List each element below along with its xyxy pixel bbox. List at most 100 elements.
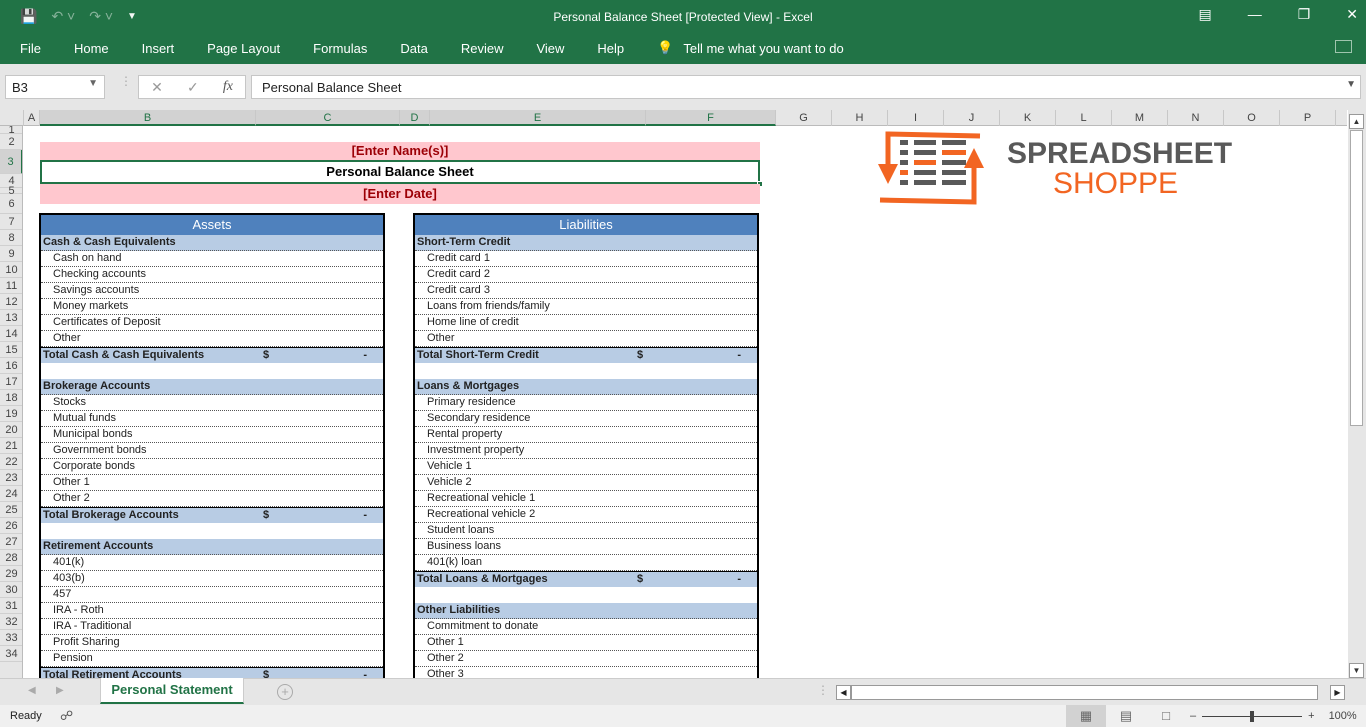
liabilities-row-item[interactable]: Credit card 3: [415, 283, 757, 299]
comments-icon[interactable]: [1335, 40, 1352, 53]
column-header-e[interactable]: E: [430, 110, 646, 126]
row-header-3[interactable]: 3: [0, 150, 22, 174]
tab-view[interactable]: View: [536, 41, 564, 56]
row-header-11[interactable]: 11: [0, 278, 22, 294]
formula-input[interactable]: Personal Balance Sheet ▼: [251, 75, 1361, 99]
prev-sheet-icon[interactable]: ◀: [28, 685, 36, 696]
name-placeholder-cell[interactable]: [Enter Name(s)]: [40, 142, 760, 160]
scroll-right-icon[interactable]: ▶: [1330, 685, 1345, 700]
tab-page-layout[interactable]: Page Layout: [207, 41, 280, 56]
scroll-up-icon[interactable]: ▲: [1349, 114, 1364, 129]
tell-me-search[interactable]: 💡 Tell me what you want to do: [657, 40, 844, 56]
column-header-k[interactable]: K: [1000, 110, 1056, 126]
minimize-icon[interactable]: —: [1248, 6, 1262, 23]
row-header-31[interactable]: 31: [0, 598, 22, 614]
assets-row-item[interactable]: Profit Sharing: [41, 635, 383, 651]
liabilities-row-item[interactable]: 401(k) loan: [415, 555, 757, 571]
assets-row-sec[interactable]: Cash & Cash Equivalents: [41, 235, 383, 251]
vertical-scroll-thumb[interactable]: [1350, 130, 1363, 426]
column-header-c[interactable]: C: [256, 110, 400, 126]
row-header-2[interactable]: 2: [0, 134, 22, 150]
insert-function-icon[interactable]: fx: [223, 79, 233, 95]
liabilities-row-item[interactable]: Loans from friends/family: [415, 299, 757, 315]
row-header-29[interactable]: 29: [0, 566, 22, 582]
liabilities-row-item[interactable]: Other 2: [415, 651, 757, 667]
ribbon-display-options-icon[interactable]: ▤: [1198, 6, 1211, 23]
liabilities-row-item[interactable]: Home line of credit: [415, 315, 757, 331]
assets-row-item[interactable]: Checking accounts: [41, 267, 383, 283]
close-icon[interactable]: ✕: [1346, 6, 1358, 23]
row-header-20[interactable]: 20: [0, 422, 22, 438]
assets-row-blank[interactable]: [41, 363, 383, 379]
liabilities-row-item[interactable]: Other: [415, 331, 757, 347]
redo-icon[interactable]: ↷ ˅: [89, 8, 113, 25]
assets-row-tot[interactable]: Total Cash & Cash Equivalents $ -: [41, 347, 383, 363]
assets-row-item[interactable]: 403(b): [41, 571, 383, 587]
row-header-21[interactable]: 21: [0, 438, 22, 454]
name-box[interactable]: B3 ▼: [5, 75, 105, 99]
column-header-l[interactable]: L: [1056, 110, 1112, 126]
accessibility-check-icon[interactable]: ☍: [60, 708, 73, 724]
tab-home[interactable]: Home: [74, 41, 109, 56]
liabilities-row-item[interactable]: Vehicle 2: [415, 475, 757, 491]
column-header-m[interactable]: M: [1112, 110, 1168, 126]
liabilities-row-item[interactable]: Rental property: [415, 427, 757, 443]
assets-row-item[interactable]: Government bonds: [41, 443, 383, 459]
tab-splitter[interactable]: ⋮: [817, 683, 829, 697]
liabilities-row-item[interactable]: Other 3: [415, 667, 757, 678]
normal-view-icon[interactable]: ▦: [1066, 705, 1106, 727]
liabilities-row-sec[interactable]: Loans & Mortgages: [415, 379, 757, 395]
row-header-23[interactable]: 23: [0, 470, 22, 486]
row-header-12[interactable]: 12: [0, 294, 22, 310]
liabilities-row-item[interactable]: Student loans: [415, 523, 757, 539]
liabilities-row-item[interactable]: Investment property: [415, 443, 757, 459]
undo-icon[interactable]: ↶ ˅: [51, 8, 75, 25]
liabilities-row-item[interactable]: Primary residence: [415, 395, 757, 411]
tab-file[interactable]: File: [20, 41, 41, 56]
assets-row-sec[interactable]: Retirement Accounts: [41, 539, 383, 555]
customize-qat-icon[interactable]: ▼: [127, 11, 137, 22]
liabilities-row-sec[interactable]: Short-Term Credit: [415, 235, 757, 251]
title-cell-selected[interactable]: Personal Balance Sheet: [40, 160, 760, 184]
column-header-b[interactable]: B: [40, 110, 256, 126]
row-header-1[interactable]: 1: [0, 126, 22, 136]
enter-check-icon[interactable]: ✓: [187, 79, 199, 96]
formula-bar-splitter[interactable]: ⋮: [120, 75, 132, 87]
liabilities-row-tot[interactable]: Total Short-Term Credit $ -: [415, 347, 757, 363]
sheet-tab-personal-statement[interactable]: Personal Statement: [100, 678, 244, 704]
assets-row-blank[interactable]: [41, 523, 383, 539]
liabilities-row-item[interactable]: Recreational vehicle 1: [415, 491, 757, 507]
liabilities-row-item[interactable]: Secondary residence: [415, 411, 757, 427]
restore-icon[interactable]: ❐: [1298, 6, 1311, 23]
assets-row-tot[interactable]: Total Retirement Accounts $ -: [41, 667, 383, 678]
assets-row-item[interactable]: 457: [41, 587, 383, 603]
row-header-17[interactable]: 17: [0, 374, 22, 390]
row-header-28[interactable]: 28: [0, 550, 22, 566]
column-header-p[interactable]: P: [1280, 110, 1336, 126]
zoom-level[interactable]: 100%: [1329, 710, 1357, 722]
expand-formula-bar-icon[interactable]: ▼: [1346, 79, 1356, 90]
assets-row-item[interactable]: Pension: [41, 651, 383, 667]
assets-row-item[interactable]: Other: [41, 331, 383, 347]
assets-row-item[interactable]: IRA - Traditional: [41, 619, 383, 635]
row-header-9[interactable]: 9: [0, 246, 22, 262]
zoom-slider[interactable]: [1202, 710, 1303, 722]
column-header-o[interactable]: O: [1224, 110, 1280, 126]
liabilities-row-tot[interactable]: Total Loans & Mortgages $ -: [415, 571, 757, 587]
column-header-h[interactable]: H: [832, 110, 888, 126]
column-header-j[interactable]: J: [944, 110, 1000, 126]
horizontal-scrollbar[interactable]: ◀ ▶: [836, 685, 1346, 700]
row-header-7[interactable]: 7: [0, 214, 22, 230]
next-sheet-icon[interactable]: ▶: [56, 685, 64, 696]
tab-review[interactable]: Review: [461, 41, 504, 56]
liabilities-row-item[interactable]: Credit card 1: [415, 251, 757, 267]
row-header-6[interactable]: 6: [0, 194, 22, 214]
assets-row-item[interactable]: Certificates of Deposit: [41, 315, 383, 331]
zoom-in-icon[interactable]: +: [1308, 710, 1314, 722]
zoom-out-icon[interactable]: –: [1190, 710, 1196, 722]
column-header-f[interactable]: F: [646, 110, 776, 126]
assets-row-item[interactable]: IRA - Roth: [41, 603, 383, 619]
row-header-25[interactable]: 25: [0, 502, 22, 518]
zoom-slider-thumb[interactable]: [1250, 710, 1255, 722]
page-layout-view-icon[interactable]: ▤: [1106, 705, 1146, 727]
